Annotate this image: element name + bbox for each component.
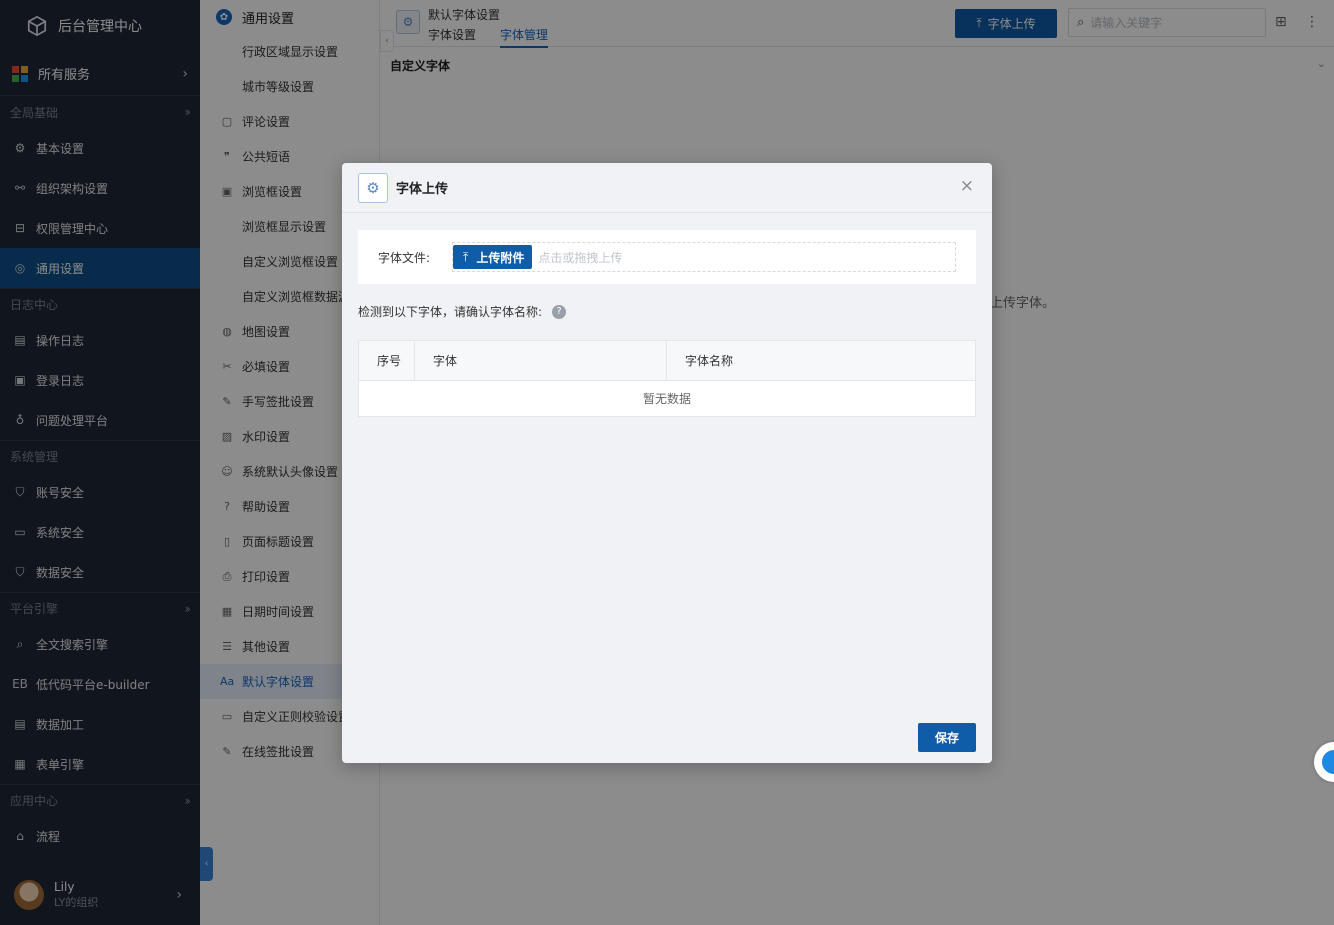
font-file-label: 字体文件: [378, 250, 431, 265]
drop-hint: 点击或拖拽上传 [538, 250, 623, 265]
table-header: 序号 字体 字体名称 [359, 341, 975, 381]
font-file-field: 字体文件: ⤒ 上传附件 点击或拖拽上传 [358, 230, 976, 284]
font-upload-dialog: ⚙ 字体上传 × 字体文件: ⤒ 上传附件 点击或拖拽上传 检测到以下字体，请确… [342, 163, 992, 763]
detect-message: 检测到以下字体，请确认字体名称: ? [358, 303, 567, 320]
upload-attachment-button[interactable]: ⤒ 上传附件 [453, 245, 533, 269]
table-empty-state: 暂无数据 [642, 392, 691, 406]
column-header-font-name: 字体名称 [685, 354, 734, 368]
help-icon[interactable]: ? [552, 304, 567, 319]
assistant-icon [1322, 750, 1334, 774]
file-drop-zone[interactable]: ⤒ 上传附件 点击或拖拽上传 [452, 242, 956, 272]
column-header-font: 字体 [415, 341, 667, 380]
close-icon[interactable]: × [960, 178, 974, 195]
upload-icon: ⤒ [463, 249, 469, 264]
column-header-index: 序号 [359, 341, 415, 380]
save-button[interactable]: 保存 [918, 723, 976, 752]
detect-text: 检测到以下字体，请确认字体名称: [358, 305, 543, 319]
dialog-header: ⚙ 字体上传 [342, 163, 992, 213]
dialog-title: 字体上传 [396, 182, 449, 197]
upload-attachment-label: 上传附件 [476, 250, 525, 265]
dialog-settings-icon: ⚙ [358, 172, 388, 203]
fonts-table: 序号 字体 字体名称 暂无数据 [358, 340, 976, 417]
